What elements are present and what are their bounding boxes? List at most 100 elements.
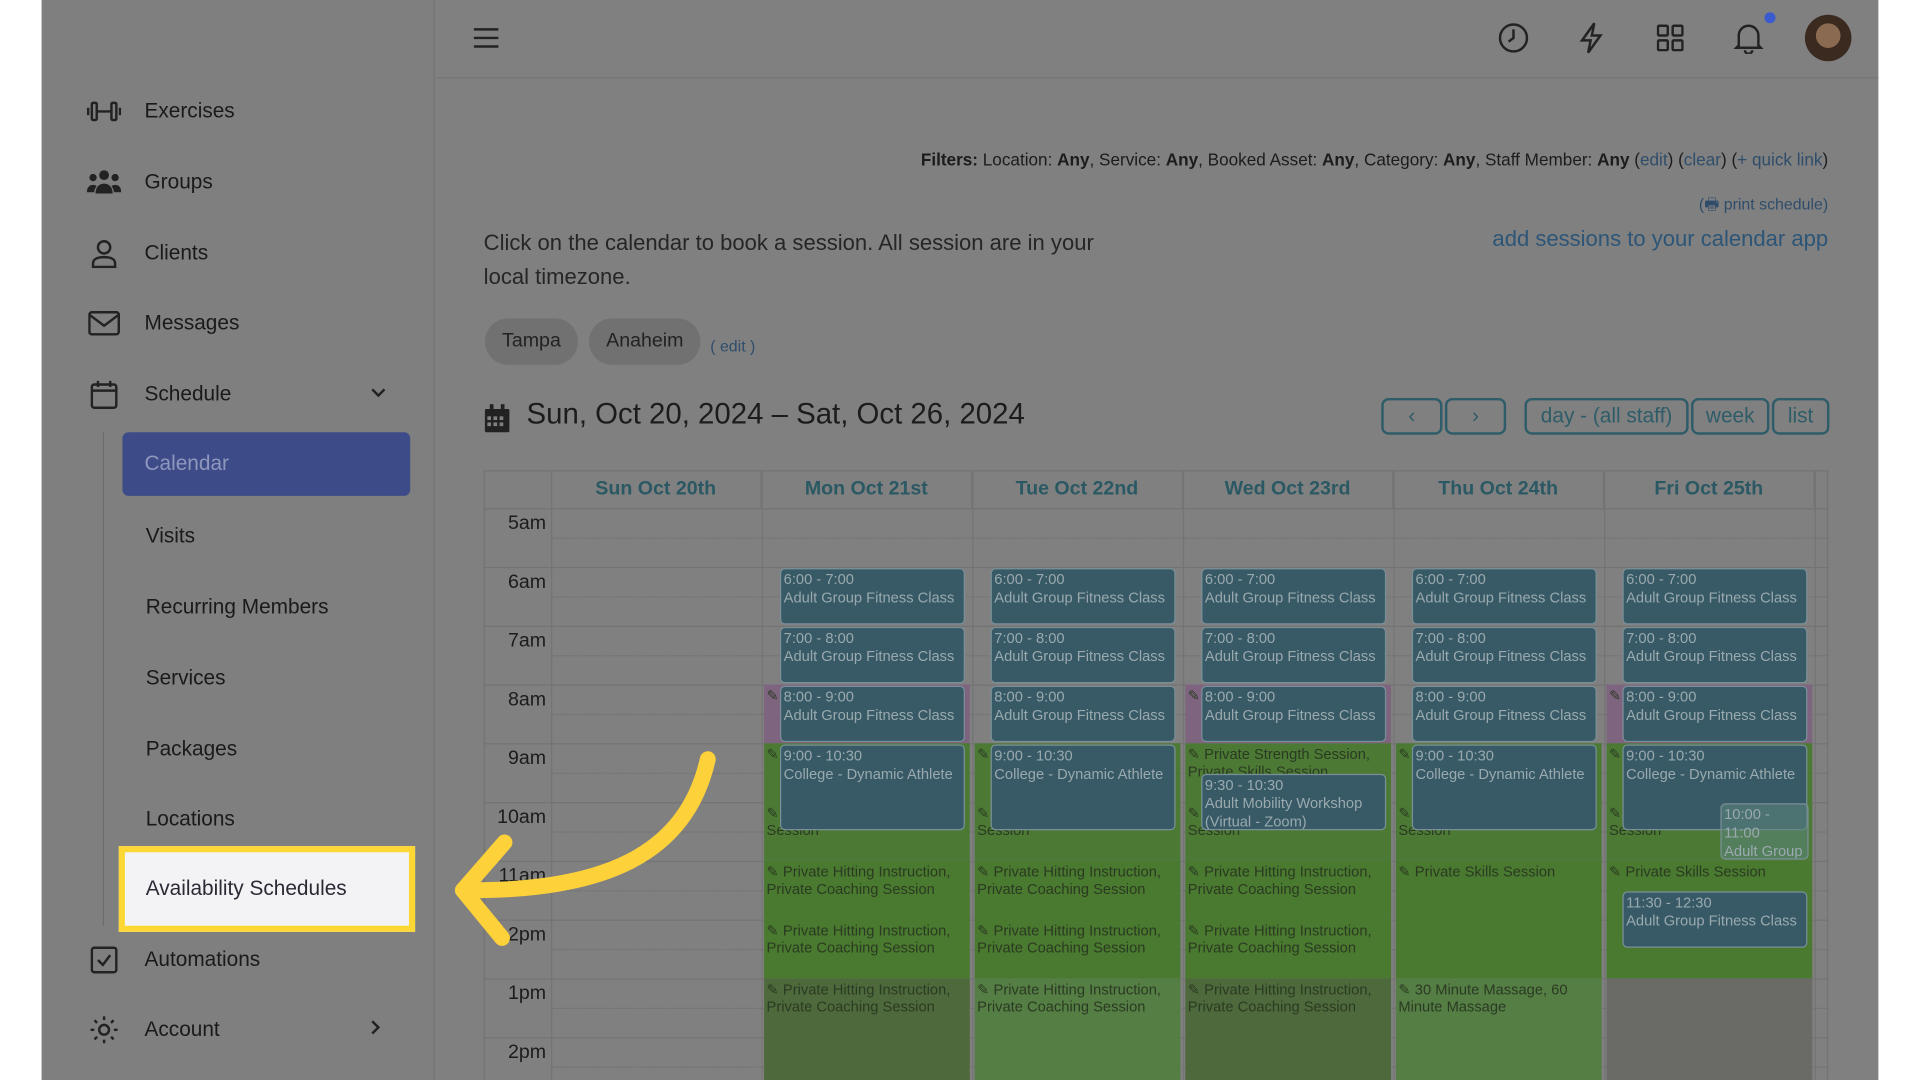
availability-block[interactable]: ✎ Private Hitting Instruction, Private C… <box>974 978 1181 1080</box>
event-time: 9:00 - 10:30 <box>994 746 1073 765</box>
menu-icon[interactable] <box>469 21 503 55</box>
sidebar-sub-calendar[interactable]: Calendar <box>122 432 411 496</box>
event-block[interactable]: 7:00 - 8:00 Adult Group Fitness Class <box>990 626 1176 684</box>
time-label: 7am <box>508 630 547 652</box>
event-block[interactable]: 10:00 - 11:00Adult Group Fitness <box>1720 803 1809 860</box>
sidebar-item-clients[interactable]: Clients <box>86 235 208 272</box>
locations-edit-link[interactable]: ( edit ) <box>710 337 755 355</box>
event-block[interactable]: 11:30 - 12:30 Adult Group Fitness Class <box>1622 891 1808 948</box>
sidebar-sub-packages[interactable]: Packages <box>146 737 237 761</box>
location-pill-anaheim[interactable]: Anaheim <box>588 318 701 365</box>
event-block[interactable]: 9:00 - 10:30 College - Dynamic Athlete <box>780 744 965 831</box>
event-block[interactable]: 8:00 - 9:00 Adult Group Fitness Class <box>990 685 1176 743</box>
event-title: Adult Group Fitness Class <box>1204 647 1376 665</box>
day-header: Mon Oct 21st <box>762 471 973 509</box>
event-block[interactable]: 8:00 - 9:00 Adult Group Fitness Class <box>780 685 965 743</box>
event-time: 8:00 - 9:00 <box>783 688 854 706</box>
availability-block[interactable]: ✎ Private Hitting Instruction, Private C… <box>974 919 1181 979</box>
sidebar-item-automations[interactable]: Automations <box>86 942 260 979</box>
event-time: 7:00 - 8:00 <box>783 629 854 647</box>
event-title: Adult Group Fitness Class <box>994 647 1165 665</box>
users-icon <box>86 167 123 199</box>
event-block[interactable]: 7:00 - 8:00 Adult Group Fitness Class <box>1411 626 1597 684</box>
sidebar-sub-visits[interactable]: Visits <box>146 524 195 548</box>
day-column-divider <box>761 471 763 1080</box>
chevron-right-icon[interactable] <box>370 1019 382 1040</box>
filters-clear-link[interactable]: clear <box>1684 149 1721 169</box>
avatar[interactable] <box>1804 14 1852 62</box>
event-block[interactable]: 6:00 - 7:00 Adult Group Fitness Class <box>780 568 965 625</box>
week-button[interactable]: week <box>1691 397 1770 435</box>
event-block[interactable]: 7:00 - 8:00 Adult Group Fitness Class <box>1622 626 1808 684</box>
event-block[interactable]: 6:00 - 7:00 Adult Group Fitness Class <box>1411 568 1597 625</box>
sidebar-item-exercises[interactable]: Exercises <box>86 93 235 130</box>
chevron-down-icon[interactable] <box>370 383 387 403</box>
availability-block[interactable] <box>1606 978 1813 1080</box>
sidebar-item-label: Messages <box>144 311 240 335</box>
event-block[interactable]: 9:00 - 10:30 College - Dynamic Athlete <box>990 744 1176 831</box>
event-title: Adult Group Fitness <box>1724 842 1803 860</box>
event-title: Adult Group Fitness Class <box>1626 912 1797 930</box>
list-button[interactable]: list <box>1771 397 1830 435</box>
event-time: 9:00 - 10:30 <box>1626 746 1705 765</box>
bell-icon[interactable] <box>1731 21 1765 55</box>
event-block[interactable]: 8:00 - 9:00 Adult Group Fitness Class <box>1201 685 1387 743</box>
app: Exercises Groups Clients Messages Schedu… <box>41 0 1879 1080</box>
availability-block[interactable]: ✎ Private Hitting Instruction, Private C… <box>764 919 970 979</box>
event-title: Adult Group Fitness Class <box>1415 647 1587 665</box>
day-header: Wed Oct 23rd <box>1183 471 1394 509</box>
filters-edit-link[interactable]: edit <box>1640 149 1668 169</box>
add-sessions-link[interactable]: add sessions to your calendar app <box>1492 227 1828 253</box>
sidebar-item-groups[interactable]: Groups <box>86 164 213 201</box>
availability-block[interactable]: ✎ Private Skills Session <box>1395 860 1602 979</box>
sidebar-item-account[interactable]: Account <box>86 1011 220 1048</box>
print-schedule-link[interactable]: (🖶 print schedule) <box>1699 193 1828 220</box>
sidebar-item-label: Schedule <box>144 382 232 406</box>
event-block[interactable]: 6:00 - 7:00 Adult Group Fitness Class <box>990 568 1176 625</box>
availability-block[interactable]: ✎ Private Hitting Instruction, Private C… <box>1185 978 1392 1080</box>
clock-icon[interactable] <box>1496 21 1530 55</box>
event-block[interactable]: 8:00 - 9:00 Adult Group Fitness Class <box>1622 685 1808 743</box>
availability-block[interactable]: ✎ Private Hitting Instruction, Private C… <box>764 978 970 1080</box>
main-content: Filters: Location: Any, Service: Any, Bo… <box>434 0 1879 1080</box>
day-header: Fri Oct 25th <box>1604 471 1815 509</box>
bolt-icon[interactable] <box>1575 21 1609 55</box>
event-block[interactable]: 6:00 - 7:00 Adult Group Fitness Class <box>1622 568 1808 625</box>
event-title: Adult Group Fitness Class <box>783 706 955 724</box>
prev-week-button[interactable]: ‹ <box>1381 397 1443 435</box>
event-block[interactable]: 7:00 - 8:00 Adult Group Fitness Class <box>1201 626 1387 684</box>
day-column-divider <box>1814 471 1816 1080</box>
availability-block[interactable]: ✎ Private Hitting Instruction, Private C… <box>1185 860 1392 920</box>
availability-block[interactable]: ✎ Private Hitting Instruction, Private C… <box>974 860 1181 920</box>
sidebar-item-messages[interactable]: Messages <box>86 305 240 342</box>
event-time: 10:00 - 11:00 <box>1724 805 1770 842</box>
sidebar-sub-recurring-members[interactable]: Recurring Members <box>146 595 329 619</box>
sidebar-sub-services[interactable]: Services <box>146 666 226 690</box>
sidebar-sub-availability-schedules[interactable]: Availability Schedules <box>118 846 416 932</box>
event-block[interactable]: 7:00 - 8:00 Adult Group Fitness Class <box>780 626 965 684</box>
availability-block[interactable]: ✎ Private Hitting Instruction, Private C… <box>764 860 970 920</box>
event-block[interactable]: 9:30 - 10:30 Adult Mobility Workshop (Vir… <box>1201 773 1387 831</box>
event-title: College - Dynamic Athlete <box>1415 765 1585 783</box>
location-pill-tampa[interactable]: Tampa <box>484 318 579 365</box>
quick-link[interactable]: + quick link <box>1737 149 1822 169</box>
event-title: Adult Group Fitness Class <box>994 588 1165 607</box>
calendar-grid[interactable]: 5am 6am 7am 8am 9am 10am 11am 12pm 1pm 2pm Sun Oct… <box>483 470 1829 1080</box>
day-column-divider <box>972 471 974 1080</box>
sidebar-item-schedule[interactable]: Schedule <box>86 376 232 413</box>
next-week-button[interactable]: › <box>1444 397 1507 435</box>
sidebar-sub-locations[interactable]: Locations <box>146 807 235 831</box>
day-all-staff-button[interactable]: day - (all staff) <box>1524 397 1689 435</box>
event-title: Adult Group Fitness Class <box>1204 588 1376 607</box>
apps-grid-icon[interactable] <box>1653 21 1687 55</box>
time-column-divider <box>551 471 553 1080</box>
availability-block[interactable]: ✎ Private Hitting Instruction, Private C… <box>1185 919 1392 979</box>
day-header: Sun Oct 20th <box>551 471 762 509</box>
date-range-title: Sun, Oct 20, 2024 – Sat, Oct 26, 2024 <box>526 397 1025 432</box>
event-block[interactable]: 9:00 - 10:30 College - Dynamic Athlete <box>1411 744 1597 831</box>
event-time: 7:00 - 8:00 <box>1204 629 1276 647</box>
event-block[interactable]: 6:00 - 7:00 Adult Group Fitness Class <box>1201 568 1387 625</box>
day-column-divider <box>1604 471 1606 1080</box>
availability-block[interactable]: ✎ 30 Minute Massage, 60 Minute Massage <box>1395 978 1602 1080</box>
event-block[interactable]: 8:00 - 9:00 Adult Group Fitness Class <box>1411 685 1597 743</box>
